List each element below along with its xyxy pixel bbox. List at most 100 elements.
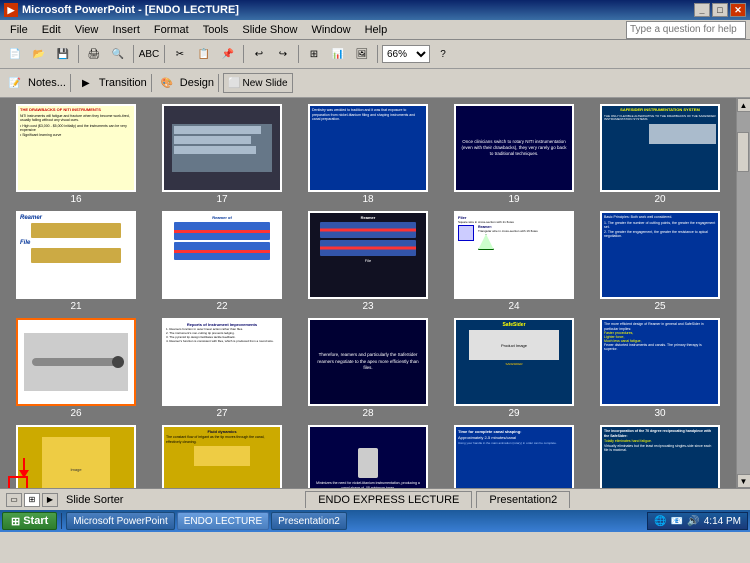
slide-sorter-area[interactable]: THE DRAWBACKS OF NITI INSTRUMENTS NiTi i… [0,98,736,488]
slide-thumb-33[interactable]: Minimizes the need for nickel-titanium i… [308,425,428,488]
menu-format[interactable]: Format [148,23,195,37]
zoom-control[interactable]: 66% 50% 75% 100% [382,45,430,63]
slide-thumb-32[interactable]: Fluid dynamics The constant flow of irri… [162,425,282,488]
taskbar-btn-powerpoint[interactable]: Microsoft PowerPoint [66,512,174,530]
zoom-help-btn[interactable]: ? [432,44,454,64]
slide-item-18[interactable]: Dentistry was wedded to tradition and it… [298,104,438,205]
slide-item-26[interactable]: 26 [6,318,146,419]
menu-insert[interactable]: Insert [106,23,146,37]
help-search[interactable] [626,21,746,39]
slide-thumb-28[interactable]: Therefore, reamers and particularly the … [308,318,428,406]
slide-item-35[interactable]: The incorporation of the 70 degree recip… [590,425,730,488]
slide-item-30[interactable]: The more efficient design of Reamer in g… [590,318,730,419]
slide-item-28[interactable]: Therefore, reamers and particularly the … [298,318,438,419]
slide-thumb-17[interactable] [162,104,282,192]
transition-icon[interactable]: ▶ [75,73,97,93]
slide-item-27[interactable]: Reports of Instrument Improvements 1. Re… [152,318,292,419]
design-icon[interactable]: 🎨 [156,73,178,93]
slide-thumb-16[interactable]: THE DRAWBACKS OF NITI INSTRUMENTS NiTi i… [16,104,136,192]
slide-item-33[interactable]: Minimizes the need for nickel-titanium i… [298,425,438,488]
save-button[interactable]: 💾 [52,44,74,64]
slide-thumb-31[interactable]: Image [16,425,136,488]
scroll-down-arrow[interactable]: ▼ [737,474,750,488]
slide-item-29[interactable]: SafeSider Product Image SAFESIDER 29 [444,318,584,419]
scrollbar-track[interactable] [737,112,750,474]
slide-thumb-23[interactable]: Reamer File [308,211,428,299]
spell-button[interactable]: ABC [138,44,160,64]
menu-tools[interactable]: Tools [197,23,235,37]
maximize-button[interactable]: □ [712,3,728,17]
transition-label[interactable]: Transition [99,77,147,89]
slide-thumb-35[interactable]: The incorporation of the 70 degree recip… [600,425,720,488]
slide-item-22[interactable]: Reamer of 22 [152,211,292,312]
new-slide-button[interactable]: ⬜ New Slide [223,73,292,93]
print-button[interactable]: 🖨 [83,44,105,64]
insert-chart-btn[interactable]: 📊 [327,44,349,64]
slide-item-16[interactable]: THE DRAWBACKS OF NITI INSTRUMENTS NiTi i… [6,104,146,205]
zoom-select[interactable]: 66% 50% 75% 100% [382,45,430,63]
taskbar-btn-presentation[interactable]: Presentation2 [271,512,347,530]
slide-sorter-view-icon[interactable]: ⊞ [24,493,40,507]
tab-endo-express[interactable]: ENDO EXPRESS LECTURE [305,491,472,508]
slide-thumb-26[interactable] [16,318,136,406]
taskbar-sep [61,513,62,529]
menu-file[interactable]: File [4,23,34,37]
menu-slideshow[interactable]: Slide Show [236,23,303,37]
cut-button[interactable]: ✂ [169,44,191,64]
slide-item-24[interactable]: Filer Square wire in cross-section with … [444,211,584,312]
slide-thumb-30[interactable]: The more efficient design of Reamer in g… [600,318,720,406]
menu-help[interactable]: Help [359,23,394,37]
insert-table-btn[interactable]: ⊞ [303,44,325,64]
slide-tabs[interactable]: ENDO EXPRESS LECTURE Presentation2 [131,491,744,508]
menu-view[interactable]: View [69,23,105,37]
copy-button[interactable]: 📋 [193,44,215,64]
slideshow-view-icon[interactable]: ▶ [42,493,58,507]
slide-thumb-34[interactable]: Time for complete canal shaping: Approxi… [454,425,574,488]
toolbar2: 📝 Notes... ▶ Transition 🎨 Design ⬜ New S… [0,69,750,98]
scrollbar-thumb[interactable] [737,132,749,172]
scroll-up-arrow[interactable]: ▲ [737,98,750,112]
start-button[interactable]: ⊞ Start [2,512,57,530]
slide-thumb-22[interactable]: Reamer of [162,211,282,299]
slide-thumb-27[interactable]: Reports of Instrument Improvements 1. Re… [162,318,282,406]
taskbar-btn-endo[interactable]: ENDO LECTURE [177,512,269,530]
menu-edit[interactable]: Edit [36,23,67,37]
notes-label[interactable]: Notes... [28,77,66,89]
slide-item-19[interactable]: Once clinicians switch to rotary NITI in… [444,104,584,205]
slide-item-25[interactable]: Basic Principles: Both work well conside… [590,211,730,312]
slide-thumb-18[interactable]: Dentistry was wedded to tradition and it… [308,104,428,192]
vertical-scrollbar[interactable]: ▲ ▼ [736,98,750,488]
open-button[interactable]: 📂 [28,44,50,64]
insert-picture-btn[interactable]: 🖼 [351,44,373,64]
slide-item-31[interactable]: Image 31 [6,425,146,488]
notes-icon[interactable]: 📝 [4,73,26,93]
slide-item-32[interactable]: Fluid dynamics The constant flow of irri… [152,425,292,488]
paste-button[interactable]: 📌 [217,44,239,64]
slide-thumb-29[interactable]: SafeSider Product Image SAFESIDER [454,318,574,406]
slide-item-23[interactable]: Reamer File 23 [298,211,438,312]
minimize-button[interactable]: _ [694,3,710,17]
normal-view-icon[interactable]: ▭ [6,493,22,507]
slide-thumb-25[interactable]: Basic Principles: Both work well conside… [600,211,720,299]
slide-thumb-21[interactable]: Reamer File [16,211,136,299]
view-icons[interactable]: ▭ ⊞ ▶ [6,493,58,507]
view-mode-label: Slide Sorter [66,494,123,506]
redo-button[interactable]: ↪ [272,44,294,64]
preview-button[interactable]: 🔍 [107,44,129,64]
close-button[interactable]: ✕ [730,3,746,17]
window-controls[interactable]: _ □ ✕ [694,3,746,17]
slide-item-20[interactable]: SAFESIDER INSTRUMENTATION SYSTEM THE ONL… [590,104,730,205]
new-button[interactable]: 📄 [4,44,26,64]
undo-button[interactable]: ↩ [248,44,270,64]
slide-item-21[interactable]: Reamer File 21 [6,211,146,312]
slide-thumb-19[interactable]: Once clinicians switch to rotary NITI in… [454,104,574,192]
sep5 [298,45,299,63]
tab-presentation2[interactable]: Presentation2 [476,491,570,508]
help-search-input[interactable] [626,21,746,39]
design-label[interactable]: Design [180,77,214,89]
slide-item-34[interactable]: Time for complete canal shaping: Approxi… [444,425,584,488]
menu-window[interactable]: Window [305,23,356,37]
slide-item-17[interactable]: 17 [152,104,292,205]
slide-thumb-20[interactable]: SAFESIDER INSTRUMENTATION SYSTEM THE ONL… [600,104,720,192]
slide-thumb-24[interactable]: Filer Square wire in cross-section with … [454,211,574,299]
